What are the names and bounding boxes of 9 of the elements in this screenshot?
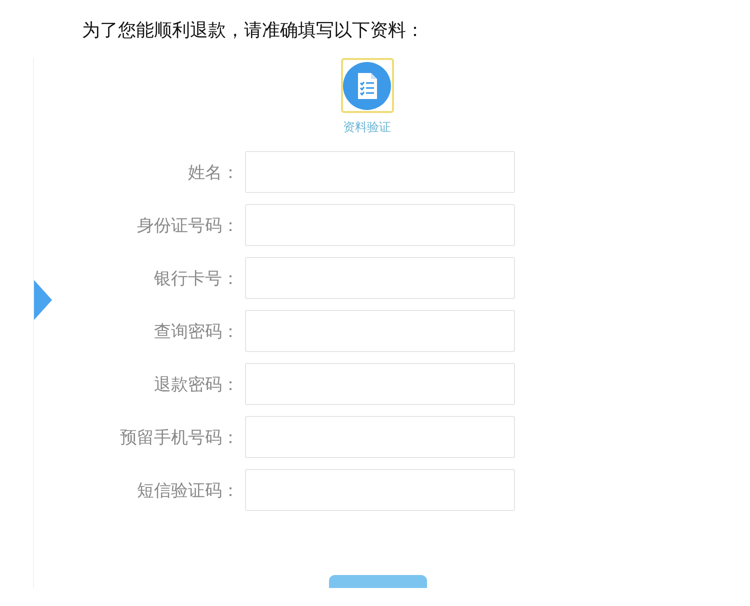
field-label: 预留手机号码： bbox=[119, 426, 239, 448]
field-label: 短信验证码： bbox=[136, 480, 239, 502]
field-label: 银行卡号： bbox=[153, 268, 239, 290]
page-heading: 为了您能顺利退款，请准确填写以下资料： bbox=[81, 19, 425, 43]
field-label: 身份证号码： bbox=[136, 214, 239, 236]
field-label: 退款密码： bbox=[153, 374, 239, 396]
step-label: 资料验证 bbox=[343, 119, 391, 136]
field-label: 姓名： bbox=[187, 162, 239, 184]
field-label: 查询密码： bbox=[153, 320, 239, 342]
